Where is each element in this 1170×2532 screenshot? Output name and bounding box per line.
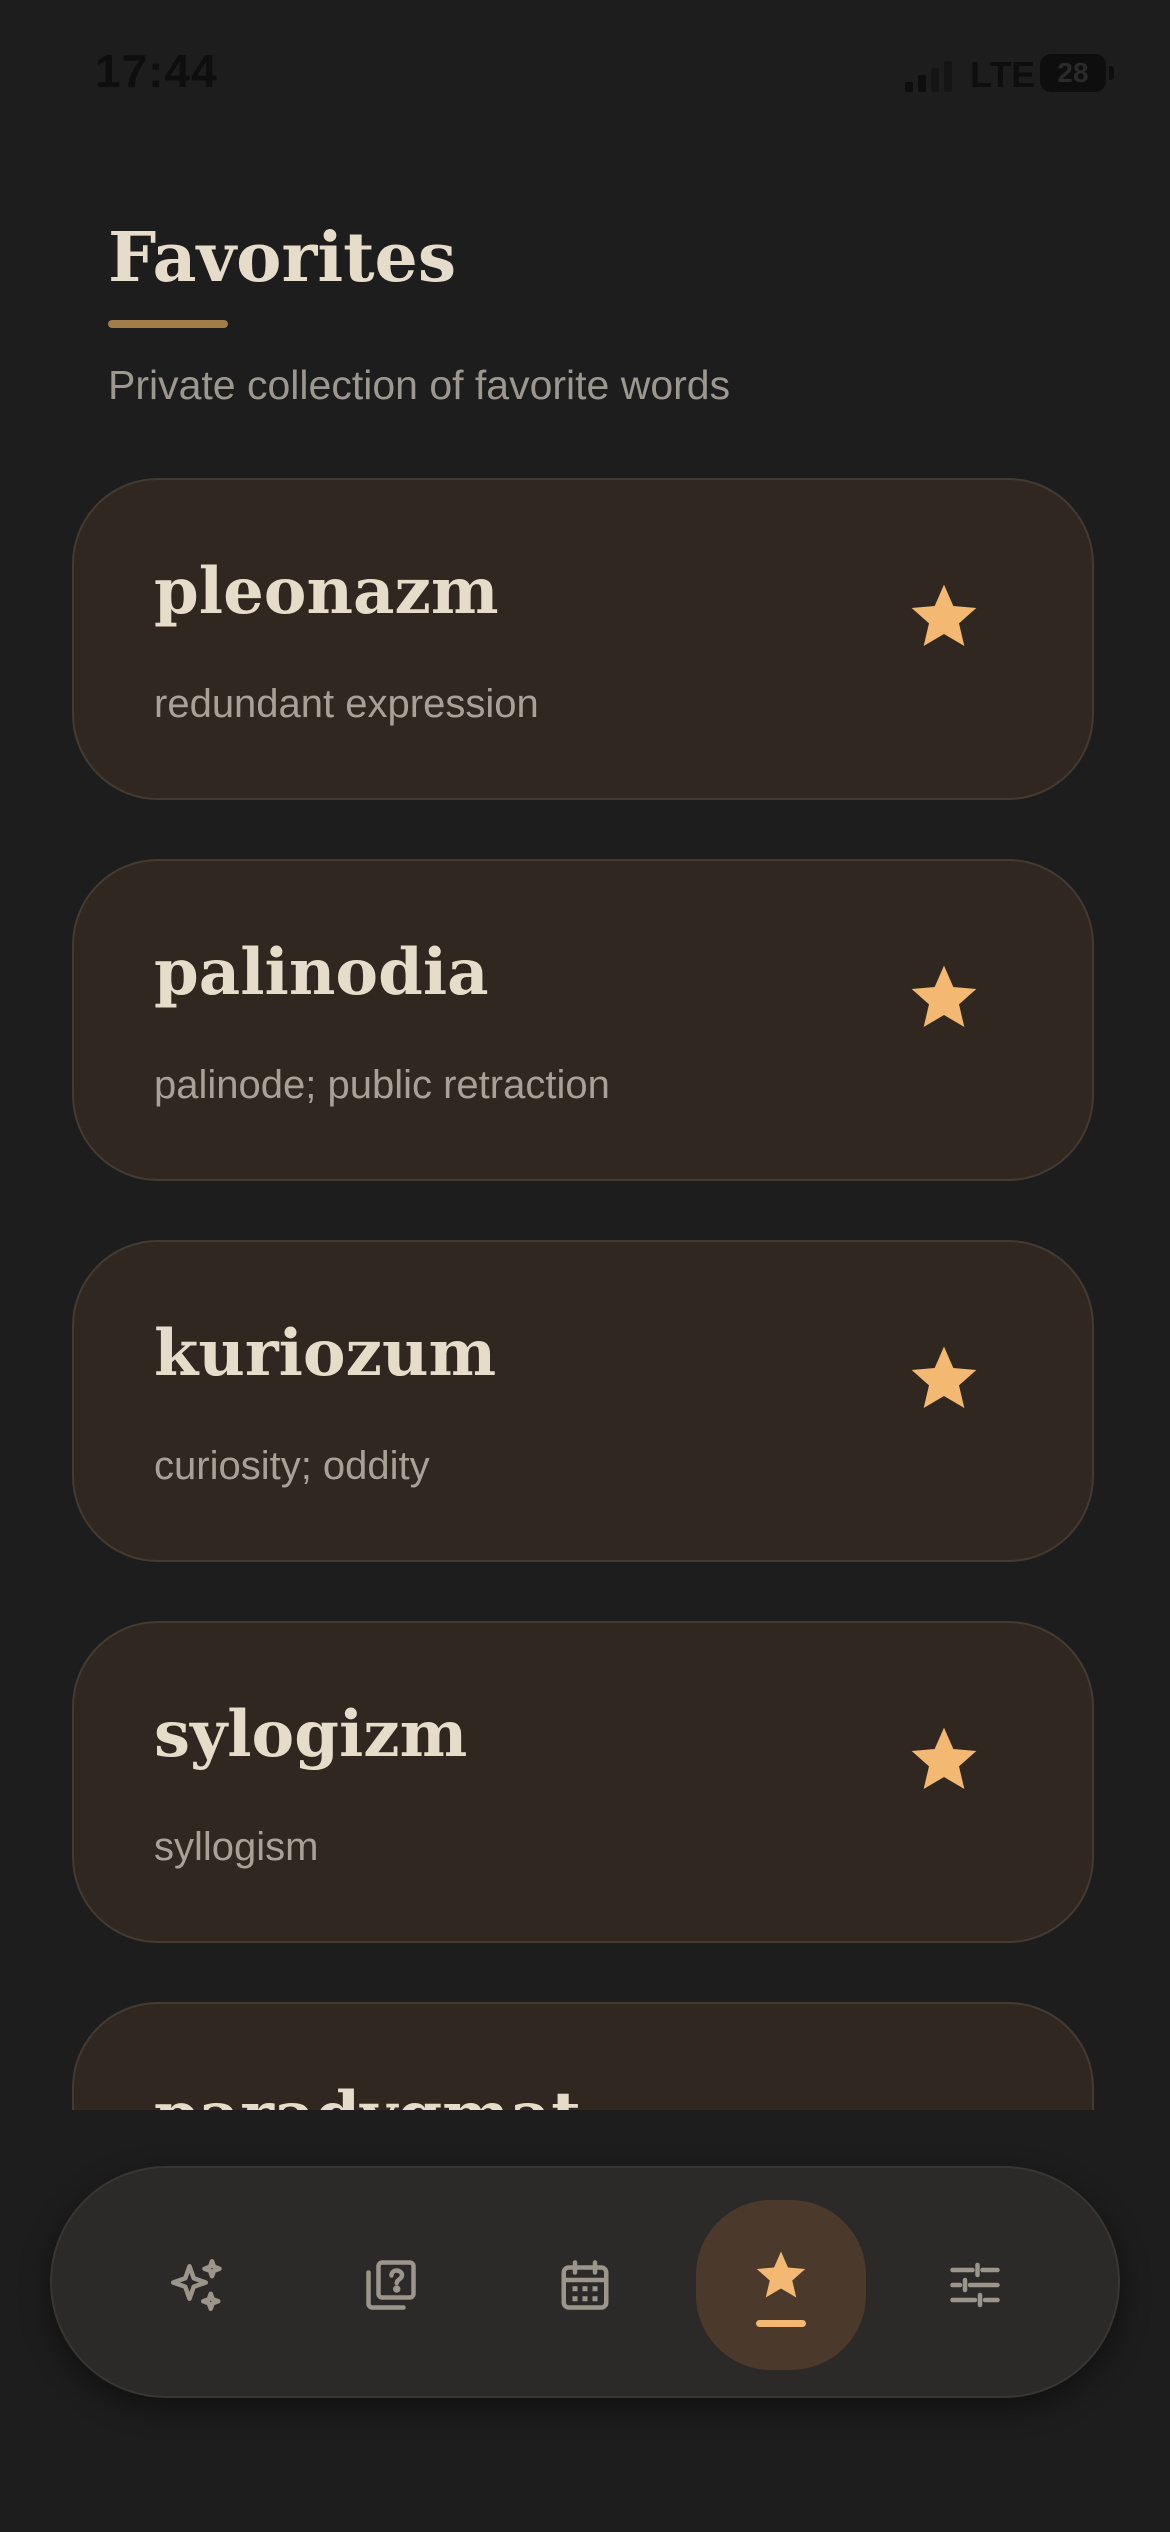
battery-level: 28 <box>1057 57 1089 88</box>
word-title: palinodia <box>154 935 489 1010</box>
favorite-card[interactable]: pleonazm redundant expression <box>72 478 1094 800</box>
favorite-star-button[interactable] <box>904 1719 984 1799</box>
star-icon <box>756 2251 806 2298</box>
active-tab-indicator <box>756 2320 806 2327</box>
word-meaning: palinode; public retraction <box>154 1063 610 1107</box>
star-icon <box>911 584 977 646</box>
word-title: kuriozum <box>154 1316 497 1391</box>
word-meaning: redundant expression <box>154 682 539 726</box>
tab-settings[interactable] <box>890 2200 1060 2370</box>
bottom-tab-bar <box>50 2166 1120 2398</box>
tab-calendar[interactable] <box>500 2200 670 2370</box>
page-title: Favorites <box>108 218 457 298</box>
battery-cap <box>1109 66 1114 80</box>
star-icon <box>911 1346 977 1408</box>
favorite-card[interactable]: sylogizm syllogism <box>72 1621 1094 1943</box>
word-title: paradygmat <box>154 2078 581 2110</box>
favorite-star-button[interactable] <box>904 1338 984 1418</box>
favorite-card[interactable]: palinodia palinode; public retraction <box>72 859 1094 1181</box>
favorite-card[interactable]: paradygmat <box>72 2002 1094 2110</box>
favorite-star-button[interactable] <box>904 576 984 656</box>
quiz-icon <box>366 2260 416 2310</box>
title-underline <box>108 320 228 328</box>
star-icon <box>911 1727 977 1789</box>
calendar-icon <box>561 2260 609 2310</box>
status-time: 17:44 <box>95 45 218 97</box>
favorite-card[interactable]: kuriozum curiosity; oddity <box>72 1240 1094 1562</box>
battery-icon: 28 <box>1040 54 1106 92</box>
tab-discover[interactable] <box>112 2200 282 2370</box>
sliders-icon <box>950 2262 1000 2308</box>
status-bar: 17:44 LTE 28 <box>0 0 1170 150</box>
star-icon <box>911 965 977 1027</box>
word-title: pleonazm <box>154 554 499 629</box>
page-subtitle: Private collection of favorite words <box>108 362 731 408</box>
word-meaning: curiosity; oddity <box>154 1444 430 1488</box>
favorites-list[interactable]: pleonazm redundant expression palinodia … <box>0 470 1170 2110</box>
signal-icon <box>905 58 953 92</box>
favorite-star-button[interactable] <box>904 957 984 1037</box>
word-meaning: syllogism <box>154 1825 319 1869</box>
network-label: LTE <box>970 54 1036 95</box>
tab-favorites[interactable] <box>696 2200 866 2370</box>
tab-quiz[interactable] <box>306 2200 476 2370</box>
word-title: sylogizm <box>154 1697 468 1772</box>
sparkles-icon <box>171 2259 222 2311</box>
